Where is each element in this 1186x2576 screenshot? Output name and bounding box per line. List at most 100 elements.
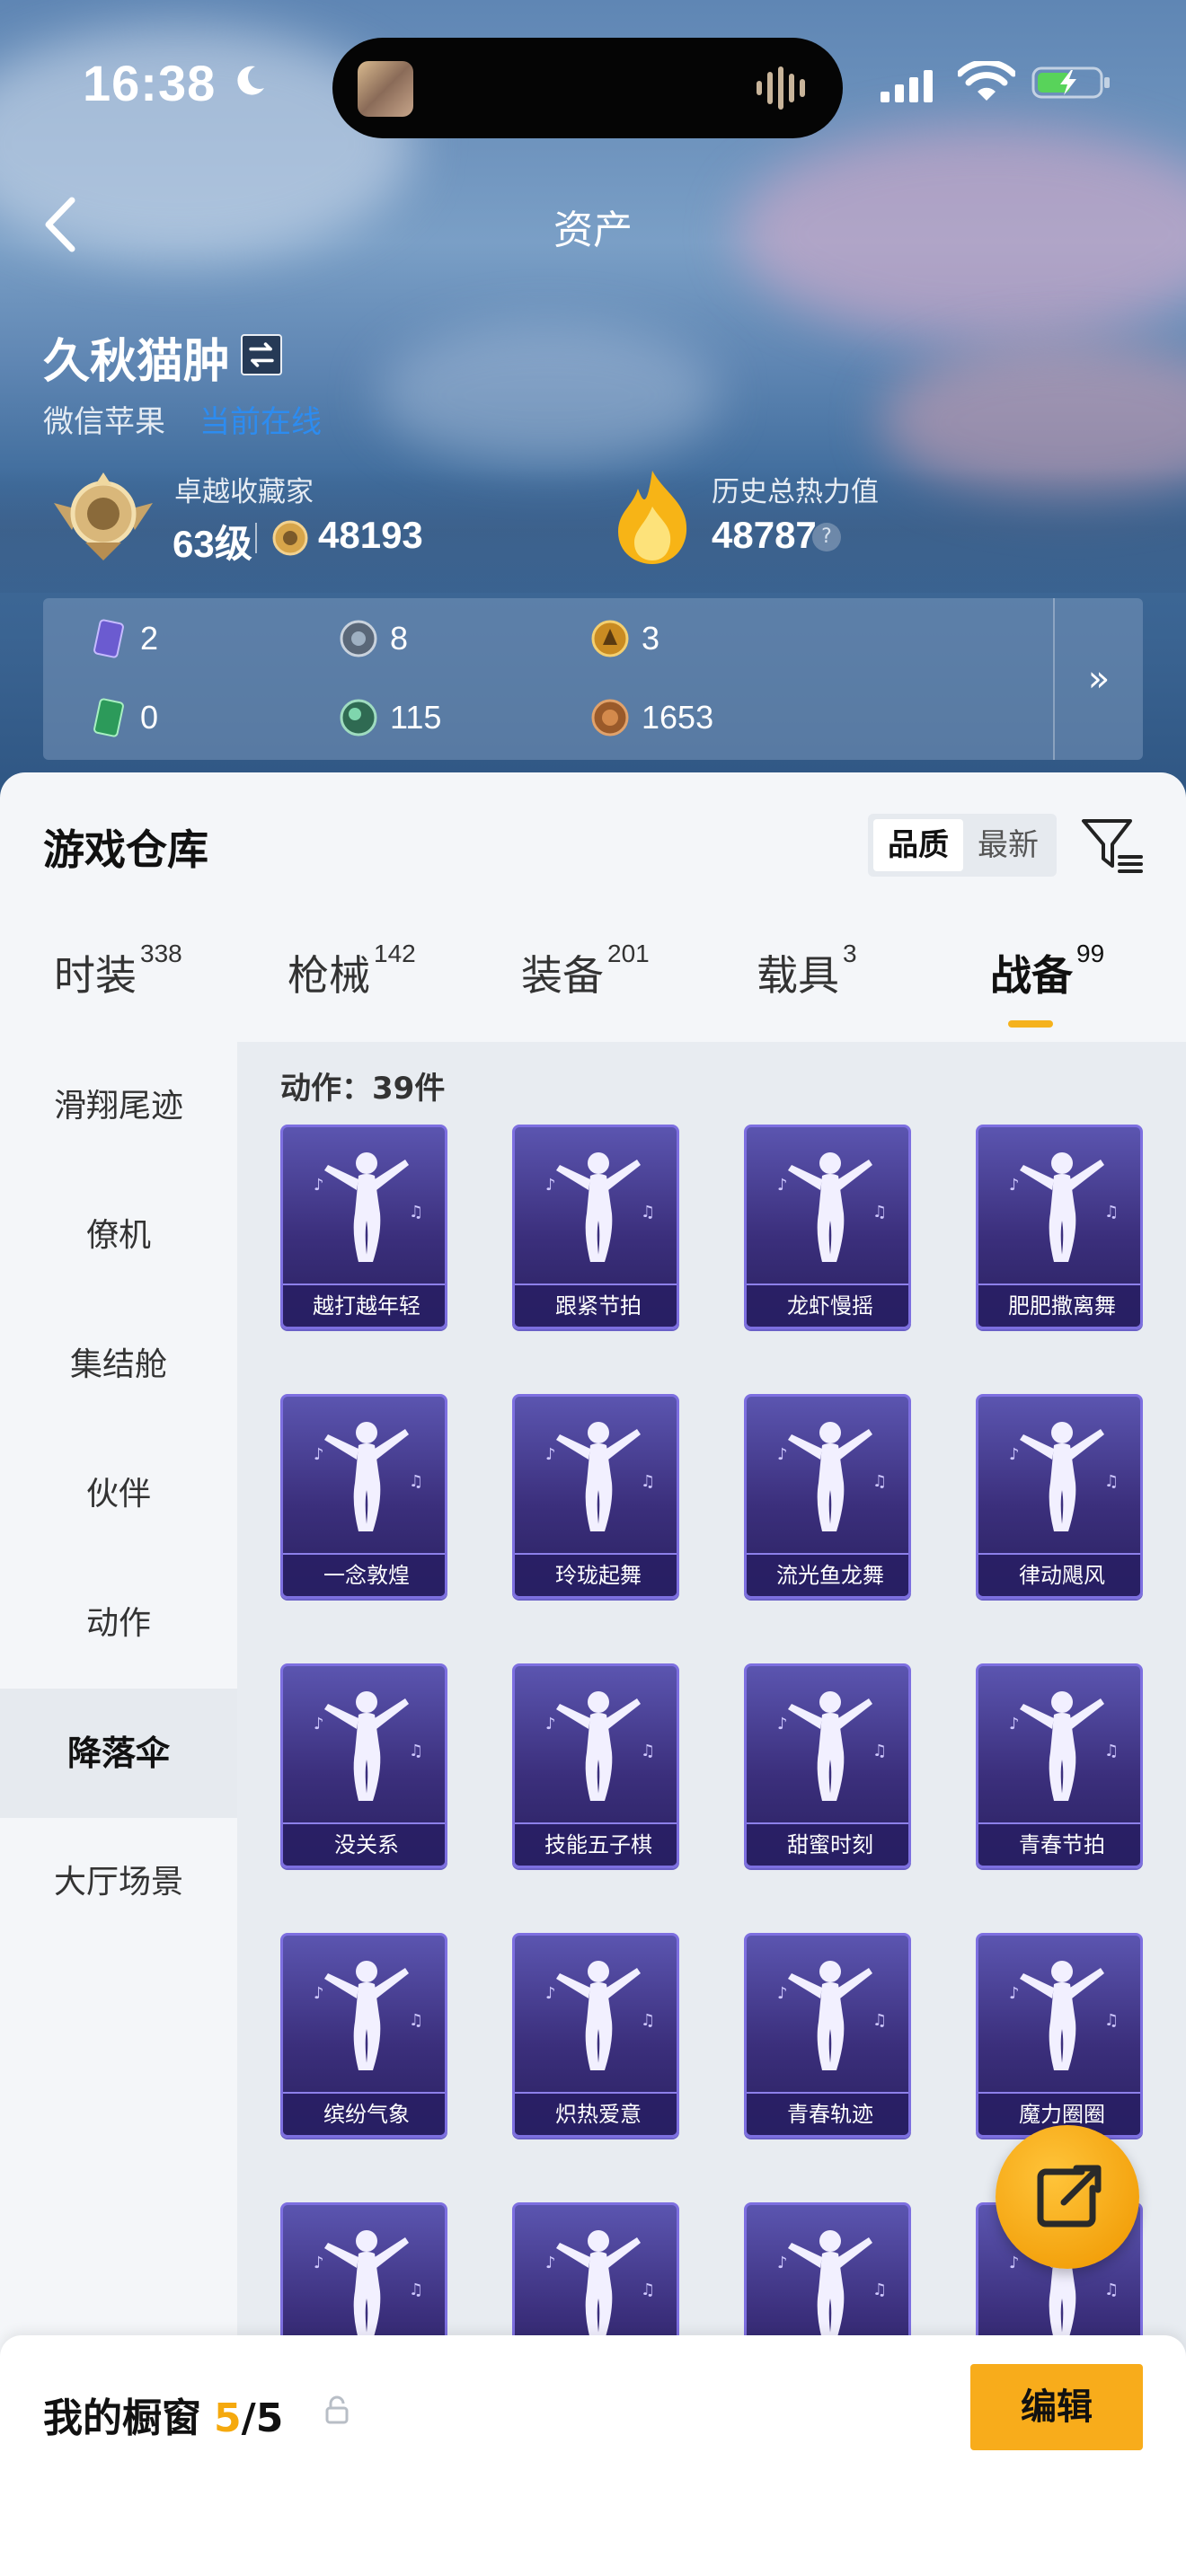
svg-text:♫: ♫ (1104, 2011, 1119, 2030)
moon-icon (237, 66, 264, 95)
emote-card[interactable]: ♪ ♫ 龙虾慢摇 (744, 1125, 911, 1329)
svg-text:♫: ♫ (1104, 2280, 1119, 2299)
category-tabs: 时装 338 枪械 142 装备 201 载具 3 战备 99 (0, 940, 1186, 1042)
showcase-title: 我的橱窗 5/5 (43, 2395, 284, 2441)
warehouse-sheet: 游戏仓库 品质 最新 时装 338 枪械 142 装备 201 载具 3 战备 99 滑翔… (0, 772, 1186, 2576)
svg-text:♪: ♪ (314, 2254, 324, 2272)
svg-text:♫: ♫ (872, 1742, 887, 1760)
page-title: 资产 (553, 207, 633, 253)
emote-card[interactable]: ♪ ♫ 青春轨迹 (744, 1933, 911, 2138)
lock-icon (325, 2395, 349, 2424)
emote-name: 流光鱼龙舞 (747, 1553, 908, 1596)
emote-figure-icon: ♪♫ (777, 1152, 887, 1262)
emote-card[interactable]: ♪ ♫ 炽热爱意 (512, 1933, 679, 2138)
tab-vehicles[interactable]: 载具 3 (757, 940, 857, 1042)
emote-card[interactable]: ♪ ♫ 魔力圈圈 (976, 1933, 1143, 2138)
emote-name: 龙虾慢摇 (747, 1284, 908, 1327)
collector-title: 卓越收藏家 (174, 476, 314, 508)
emote-name: 技能五子棋 (515, 1822, 677, 1866)
resource-panel: 2 8 3 0 115 1653 » (43, 598, 1143, 760)
svg-text:♫: ♫ (872, 2280, 887, 2299)
svg-text:♪: ♪ (1009, 1984, 1020, 2003)
svg-text:♫: ♫ (641, 2011, 655, 2030)
online-status: 当前在线 (199, 404, 322, 440)
svg-text:♪: ♪ (777, 1715, 788, 1734)
svg-text:♪: ♪ (545, 1984, 556, 2003)
emote-card[interactable]: ♪ ♫ 一念敦煌 (280, 1394, 447, 1599)
side-item-lobby-scene[interactable]: 大厅场景 (0, 1818, 237, 1947)
wifi-icon (958, 61, 1015, 101)
battery-charging-icon (1031, 66, 1110, 99)
cellular-signal-icon (881, 70, 933, 102)
emote-name: 律动飓风 (978, 1553, 1140, 1596)
sort-quality-button[interactable]: 品质 (873, 819, 963, 871)
emote-card[interactable]: ♪ ♫ 越打越年轻 (280, 1125, 447, 1329)
emote-card[interactable]: ♪ ♫ 跟紧节拍 (512, 1125, 679, 1329)
side-item-partner[interactable]: 伙伴 (0, 1430, 237, 1559)
edit-button[interactable]: 编辑 (970, 2364, 1143, 2450)
emote-name: 甜蜜时刻 (747, 1822, 908, 1866)
svg-text:♪: ♪ (314, 1984, 324, 2003)
svg-text:♫: ♫ (409, 1742, 423, 1760)
help-icon[interactable]: ? (812, 523, 841, 551)
collector-medal-icon (54, 472, 153, 560)
green-orb-icon (340, 699, 377, 737)
silver-coin-icon (340, 620, 377, 657)
emote-figure-icon: ♪♫ (1009, 1422, 1119, 1531)
dynamic-island[interactable] (332, 38, 843, 138)
side-item-glide-trail[interactable]: 滑翔尾迹 (0, 1042, 237, 1171)
emote-figure-icon: ♪♫ (777, 1691, 887, 1801)
svg-text:♫: ♫ (1104, 1472, 1119, 1491)
emote-card[interactable]: ♪ ♫ 青春节拍 (976, 1663, 1143, 1868)
emote-name: 炽热爱意 (515, 2092, 677, 2135)
emote-card[interactable]: ♪ ♫ 律动飓风 (976, 1394, 1143, 1599)
svg-text:♫: ♫ (872, 1203, 887, 1222)
status-bar: 16:38 (0, 38, 1186, 138)
side-item-assembly-pod[interactable]: 集结舱 (0, 1301, 237, 1430)
emote-figure-icon: ♪♫ (777, 1961, 887, 2070)
svg-text:♪: ♪ (545, 1445, 556, 1464)
emote-card[interactable]: ♪ ♫ 没关系 (280, 1663, 447, 1868)
emote-name: 肥肥撒离舞 (978, 1284, 1140, 1327)
user-name: 久秋猫肿 (43, 335, 231, 389)
emote-card[interactable]: ♪ ♫ 缤纷气象 (280, 1933, 447, 2138)
svg-text:♫: ♫ (641, 1472, 655, 1491)
filter-icon[interactable] (1078, 812, 1145, 878)
expand-resources-icon[interactable]: » (1053, 598, 1143, 760)
sort-latest-button[interactable]: 最新 (963, 819, 1053, 871)
svg-text:♪: ♪ (1009, 1176, 1020, 1195)
emote-figure-icon: ♪♫ (1009, 1691, 1119, 1801)
emote-figure-icon: ♪♫ (314, 1422, 423, 1531)
emote-card[interactable]: ♪ ♫ 流光鱼龙舞 (744, 1394, 911, 1599)
emote-card[interactable]: ♪ ♫ 技能五子棋 (512, 1663, 679, 1868)
emote-card[interactable]: ♪ ♫ 肥肥撒离舞 (976, 1125, 1143, 1329)
side-item-emote[interactable]: 动作 (0, 1559, 237, 1689)
emote-figure-icon: ♪♫ (545, 1691, 655, 1801)
switch-account-icon[interactable] (241, 334, 282, 375)
share-button[interactable] (996, 2125, 1139, 2269)
tab-weapons[interactable]: 枪械 142 (288, 940, 416, 1042)
collector-level: 63级 (173, 523, 252, 565)
emote-name: 越打越年轻 (283, 1284, 445, 1327)
heat-flame-icon (618, 471, 687, 564)
emote-name: 玲珑起舞 (515, 1553, 677, 1596)
side-item-wingman[interactable]: 僚机 (0, 1171, 237, 1301)
svg-text:♫: ♫ (409, 2280, 423, 2299)
emote-card[interactable]: ♪ ♫ 甜蜜时刻 (744, 1663, 911, 1868)
coin-value: 48193 (318, 514, 423, 556)
emote-figure-icon: ♪♫ (314, 1961, 423, 2070)
svg-text:♪: ♪ (314, 1176, 324, 1195)
svg-text:♫: ♫ (409, 2011, 423, 2030)
svg-text:♪: ♪ (777, 2254, 788, 2272)
emote-figure-icon: ♪♫ (314, 1691, 423, 1801)
purple-card-icon (93, 619, 124, 658)
emote-card[interactable]: ♪ ♫ 玲珑起舞 (512, 1394, 679, 1599)
tab-fashion[interactable]: 时装 338 (54, 940, 182, 1042)
svg-text:♪: ♪ (1009, 1715, 1020, 1734)
svg-text:♪: ♪ (545, 2254, 556, 2272)
svg-text:♫: ♫ (409, 1472, 423, 1491)
profile-hero: 16:38 资产 久秋猫肿 微信苹果 当前在线 卓越收藏家 63级 48193 … (0, 0, 1186, 808)
emote-figure-icon: ♪♫ (1009, 1961, 1119, 2070)
side-item-parachute[interactable]: 降落伞 (0, 1689, 237, 1818)
tab-equipment[interactable]: 装备 201 (521, 940, 650, 1042)
